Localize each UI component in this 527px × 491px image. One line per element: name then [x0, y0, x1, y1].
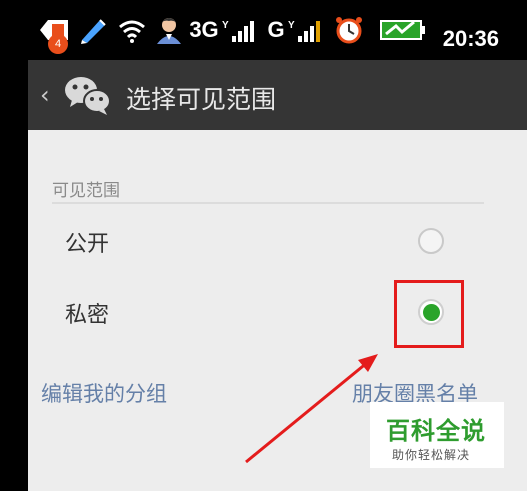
network-3g-label: 3G: [189, 17, 219, 42]
svg-text:Y: Y: [222, 20, 229, 31]
highlight-box: [394, 280, 464, 348]
alarm-clock-icon: [334, 16, 364, 44]
battery-icon: [380, 16, 426, 44]
wechat-logo-icon: [64, 74, 112, 116]
radio-public[interactable]: [418, 228, 444, 254]
watermark-subtitle: 助你轻松解决: [392, 448, 471, 462]
back-arrow-icon[interactable]: ‹: [40, 82, 54, 108]
watermark: 百科全说 助你轻松解决: [370, 402, 504, 468]
edit-groups-link[interactable]: 编辑我的分组: [41, 378, 167, 408]
option-label: 私密: [65, 303, 110, 328]
pencil-icon: [78, 16, 108, 44]
content-area: 可见范围 公开 私密 编辑我的分组 朋友圈黑名单 百科全说 助你轻松解决: [28, 130, 527, 491]
title-bar: ‹ 选择可见范围: [28, 60, 527, 130]
notification-badge: 4: [48, 34, 68, 54]
signal-strength-icon: Y: [222, 16, 262, 44]
wifi-icon: [118, 16, 146, 44]
page-title: 选择可见范围: [126, 85, 277, 114]
signal-strength-icon-2: Y: [288, 16, 328, 44]
option-label: 公开: [65, 232, 110, 257]
section-divider: [52, 202, 484, 204]
status-bar: 4 3G Y G Y 20:36: [0, 0, 527, 60]
clock-time: 20:36: [442, 26, 499, 51]
screen: 4 3G Y G Y 20:36 ‹ 选择可见范围 可见范围 公开 私密 编辑我…: [0, 0, 527, 491]
option-public[interactable]: 公开: [28, 214, 527, 274]
network-g-label: G: [267, 17, 285, 42]
svg-text:Y: Y: [288, 20, 295, 31]
user-avatar-icon: [154, 16, 184, 44]
watermark-title: 百科全说: [386, 417, 486, 445]
section-label: 可见范围: [52, 181, 120, 201]
